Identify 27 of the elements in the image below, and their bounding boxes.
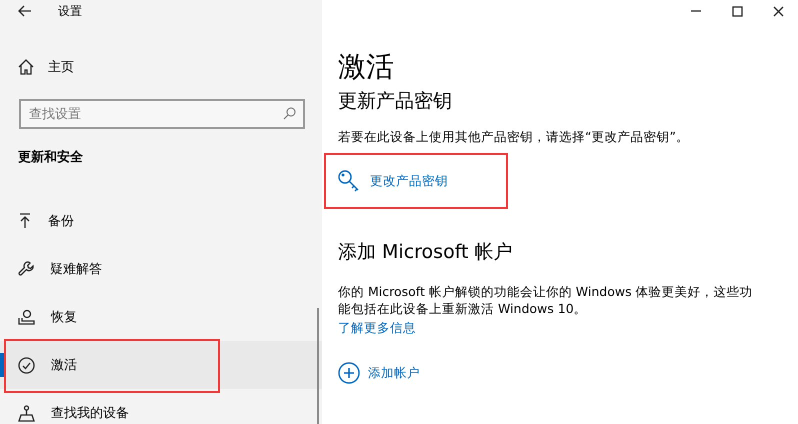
search-field[interactable]: 查找设置: [19, 99, 305, 129]
search-icon: [283, 107, 296, 120]
section-heading: 更新产品密钥: [338, 89, 453, 114]
nav-item[interactable]: 恢复: [0, 293, 322, 341]
section-heading: 添加 Microsoft 帐户: [338, 240, 514, 265]
wrench-icon: [18, 261, 34, 277]
nav-item[interactable]: 备份: [0, 197, 322, 245]
maximize-icon[interactable]: [732, 6, 743, 16]
action-link[interactable]: 添加帐户: [338, 362, 420, 384]
check-circle-icon: [18, 356, 35, 374]
upload-arrow-icon: [18, 213, 32, 229]
nav-item[interactable]: 疑难解答: [0, 245, 322, 293]
nav-item[interactable]: 查找我的设备: [0, 389, 322, 424]
page-title: 激活: [338, 50, 395, 84]
description-text: 你的 Microsoft 帐户解锁的功能会让你的 Windows 体验更美好，这些功能包括在此设备上重新激活 Windows 10。: [338, 283, 754, 317]
close-icon[interactable]: [773, 6, 784, 16]
back-arrow-icon[interactable]: [18, 5, 32, 17]
window-title: 设置: [58, 2, 82, 20]
section-heading: 更新和安全: [18, 148, 83, 166]
recovery-icon: [18, 309, 35, 325]
person-pin-icon: [18, 404, 35, 422]
home-link[interactable]: 主页: [48, 58, 74, 76]
add-circle-icon: [338, 362, 360, 384]
learn-more-link[interactable]: 了解更多信息: [338, 320, 416, 335]
action-link[interactable]: 更改产品密钥: [338, 170, 448, 192]
home-icon[interactable]: [18, 59, 34, 75]
description-text: 若要在此设备上使用其他产品密钥，请选择“更改产品密钥”。: [338, 128, 690, 145]
